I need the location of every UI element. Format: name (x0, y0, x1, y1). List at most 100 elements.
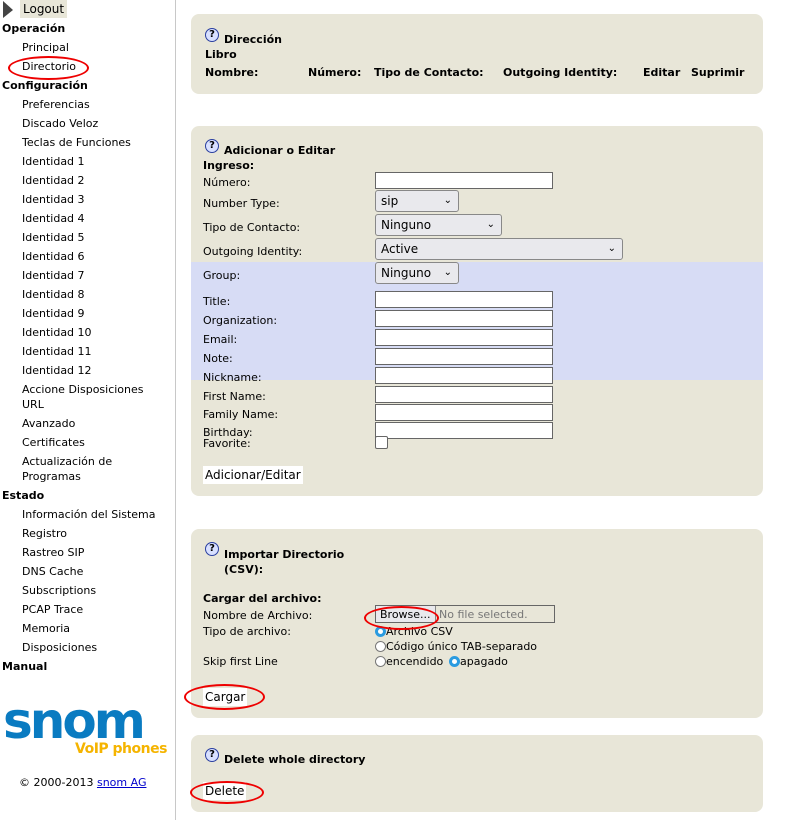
edit-title: Adicionar o Editar (224, 144, 336, 157)
file-label: Nombre de Archivo: (203, 609, 313, 622)
field-label: Organization: (203, 314, 278, 327)
radio-selected[interactable] (449, 656, 460, 667)
field-label: Nickname: (203, 371, 262, 384)
favorite-checkbox[interactable] (375, 436, 388, 449)
nav-estado-item[interactable]: Memoria (0, 619, 175, 638)
nav-estado-item[interactable]: Subscriptions (0, 581, 175, 600)
chevron-down-icon: ⌄ (443, 195, 452, 206)
group-label: Group: (203, 269, 241, 282)
nav-config-item[interactable]: Identidad 6 (0, 247, 175, 266)
number-type-value: sip (381, 194, 399, 208)
nav-config-item[interactable]: Identidad 10 (0, 323, 175, 342)
nav-config-item[interactable]: Identidad 12 (0, 361, 175, 380)
outgoing-value: Active (381, 242, 419, 256)
help-icon[interactable]: ? (205, 139, 219, 153)
nav-config-item[interactable]: Identidad 3 (0, 190, 175, 209)
snom-logo: snom (3, 692, 146, 750)
col-outgoing: Outgoing Identity: (503, 66, 618, 79)
field-input[interactable] (375, 422, 553, 439)
nav-estado-item[interactable]: Disposiciones (0, 638, 175, 657)
type-tab-label: Código único TAB-separado (386, 640, 538, 653)
field-label: Family Name: (203, 408, 279, 421)
type-tab-option[interactable]: Código único TAB-separado (375, 640, 537, 653)
nav-accione[interactable]: Accione Disposiciones URL (0, 380, 152, 414)
group-value: Ninguno (381, 266, 432, 280)
help-icon[interactable]: ? (205, 28, 219, 42)
highlight-oval (190, 781, 264, 804)
help-icon[interactable]: ? (205, 748, 219, 762)
nav-estado-item[interactable]: Información del Sistema (0, 505, 175, 524)
outgoing-select[interactable]: Active ⌄ (375, 238, 623, 260)
field-input[interactable] (375, 348, 553, 365)
directory-panel: ? Dirección Libro Nombre: Número: Tipo d… (191, 14, 763, 94)
field-label: Title: (203, 295, 231, 308)
numero-input[interactable] (375, 172, 553, 189)
highlight-oval (364, 606, 439, 630)
nav-config-item[interactable]: Identidad 8 (0, 285, 175, 304)
nav-estado-item[interactable]: PCAP Trace (0, 600, 175, 619)
outgoing-label: Outgoing Identity: (203, 245, 303, 258)
field-input[interactable] (375, 291, 553, 308)
group-select[interactable]: Ninguno ⌄ (375, 262, 459, 284)
edit-panel: ? Adicionar o Editar Ingreso: Número: Nu… (191, 126, 763, 496)
nav-config-item[interactable]: Preferencias (0, 95, 175, 114)
nav-config-item[interactable]: Identidad 2 (0, 171, 175, 190)
skip-on-option[interactable]: encendido (375, 655, 443, 668)
nav-actualizacion[interactable]: Actualización de Programas (0, 452, 152, 486)
field-input[interactable] (375, 404, 553, 421)
section-operacion: Operación (2, 22, 66, 35)
chevron-down-icon: ⌄ (443, 267, 452, 278)
help-icon[interactable]: ? (205, 542, 219, 556)
adicionar-editar-button[interactable]: Adicionar/Editar (203, 466, 303, 484)
skip-off-option[interactable]: apagado (449, 655, 508, 668)
delete-title: Delete whole directory (224, 753, 366, 766)
no-file-text: No file selected. (439, 608, 528, 621)
pointer-arrow-icon (3, 1, 13, 18)
import-subtitle: Cargar del archivo: (203, 592, 322, 605)
number-type-select[interactable]: sip ⌄ (375, 190, 459, 212)
field-label: Email: (203, 333, 238, 346)
highlight-oval (8, 56, 89, 80)
number-type-label: Number Type: (203, 197, 280, 210)
highlight-oval (184, 684, 265, 710)
nav-config-item[interactable]: Identidad 7 (0, 266, 175, 285)
directory-title: Dirección (224, 33, 282, 46)
nav-estado-item[interactable]: Rastreo SIP (0, 543, 175, 562)
nav-principal[interactable]: Principal (0, 38, 175, 57)
nav-estado-item[interactable]: DNS Cache (0, 562, 175, 581)
chevron-down-icon: ⌄ (607, 243, 616, 254)
copyright: © 2000-2013 snom AG (19, 776, 146, 789)
field-input[interactable] (375, 329, 553, 346)
delete-panel: ? Delete whole directory Delete (191, 735, 763, 812)
nav-config-item[interactable]: Identidad 11 (0, 342, 175, 361)
company-link[interactable]: snom AG (97, 776, 147, 789)
col-suprimir: Suprimir (691, 66, 745, 79)
col-editar: Editar (643, 66, 681, 79)
nav-config-item[interactable]: Teclas de Funciones (0, 133, 175, 152)
nav-avanzado[interactable]: Avanzado (0, 414, 175, 433)
nav-config-item[interactable]: Identidad 4 (0, 209, 175, 228)
nav-certificates[interactable]: Certificates (0, 433, 175, 452)
nav-config-item[interactable]: Identidad 9 (0, 304, 175, 323)
field-input[interactable] (375, 386, 553, 403)
nav-config-item[interactable]: Discado Veloz (0, 114, 175, 133)
skip-label: Skip first Line (203, 655, 278, 668)
radio[interactable] (375, 641, 386, 652)
field-label: Note: (203, 352, 233, 365)
sidebar: Logout Operación Principal Directorio Co… (0, 0, 176, 820)
logo-tagline: VoIP phones (75, 741, 167, 757)
nav-manual[interactable]: Manual (0, 657, 175, 676)
section-configuracion: Configuración (2, 79, 88, 92)
field-input[interactable] (375, 367, 553, 384)
nav-config-item[interactable]: Identidad 1 (0, 152, 175, 171)
tipo-select[interactable]: Ninguno ⌄ (375, 214, 502, 236)
nav-config-item[interactable]: Identidad 5 (0, 228, 175, 247)
field-input[interactable] (375, 310, 553, 327)
radio[interactable] (375, 656, 386, 667)
import-panel: ? Importar Directorio (CSV): Cargar del … (191, 529, 763, 718)
nav-estado-item[interactable]: Registro (0, 524, 175, 543)
tipo-value: Ninguno (381, 218, 432, 232)
logout-button[interactable]: Logout (20, 0, 68, 18)
skip-on-label: encendido (386, 655, 444, 668)
skip-off-label: apagado (460, 655, 508, 668)
